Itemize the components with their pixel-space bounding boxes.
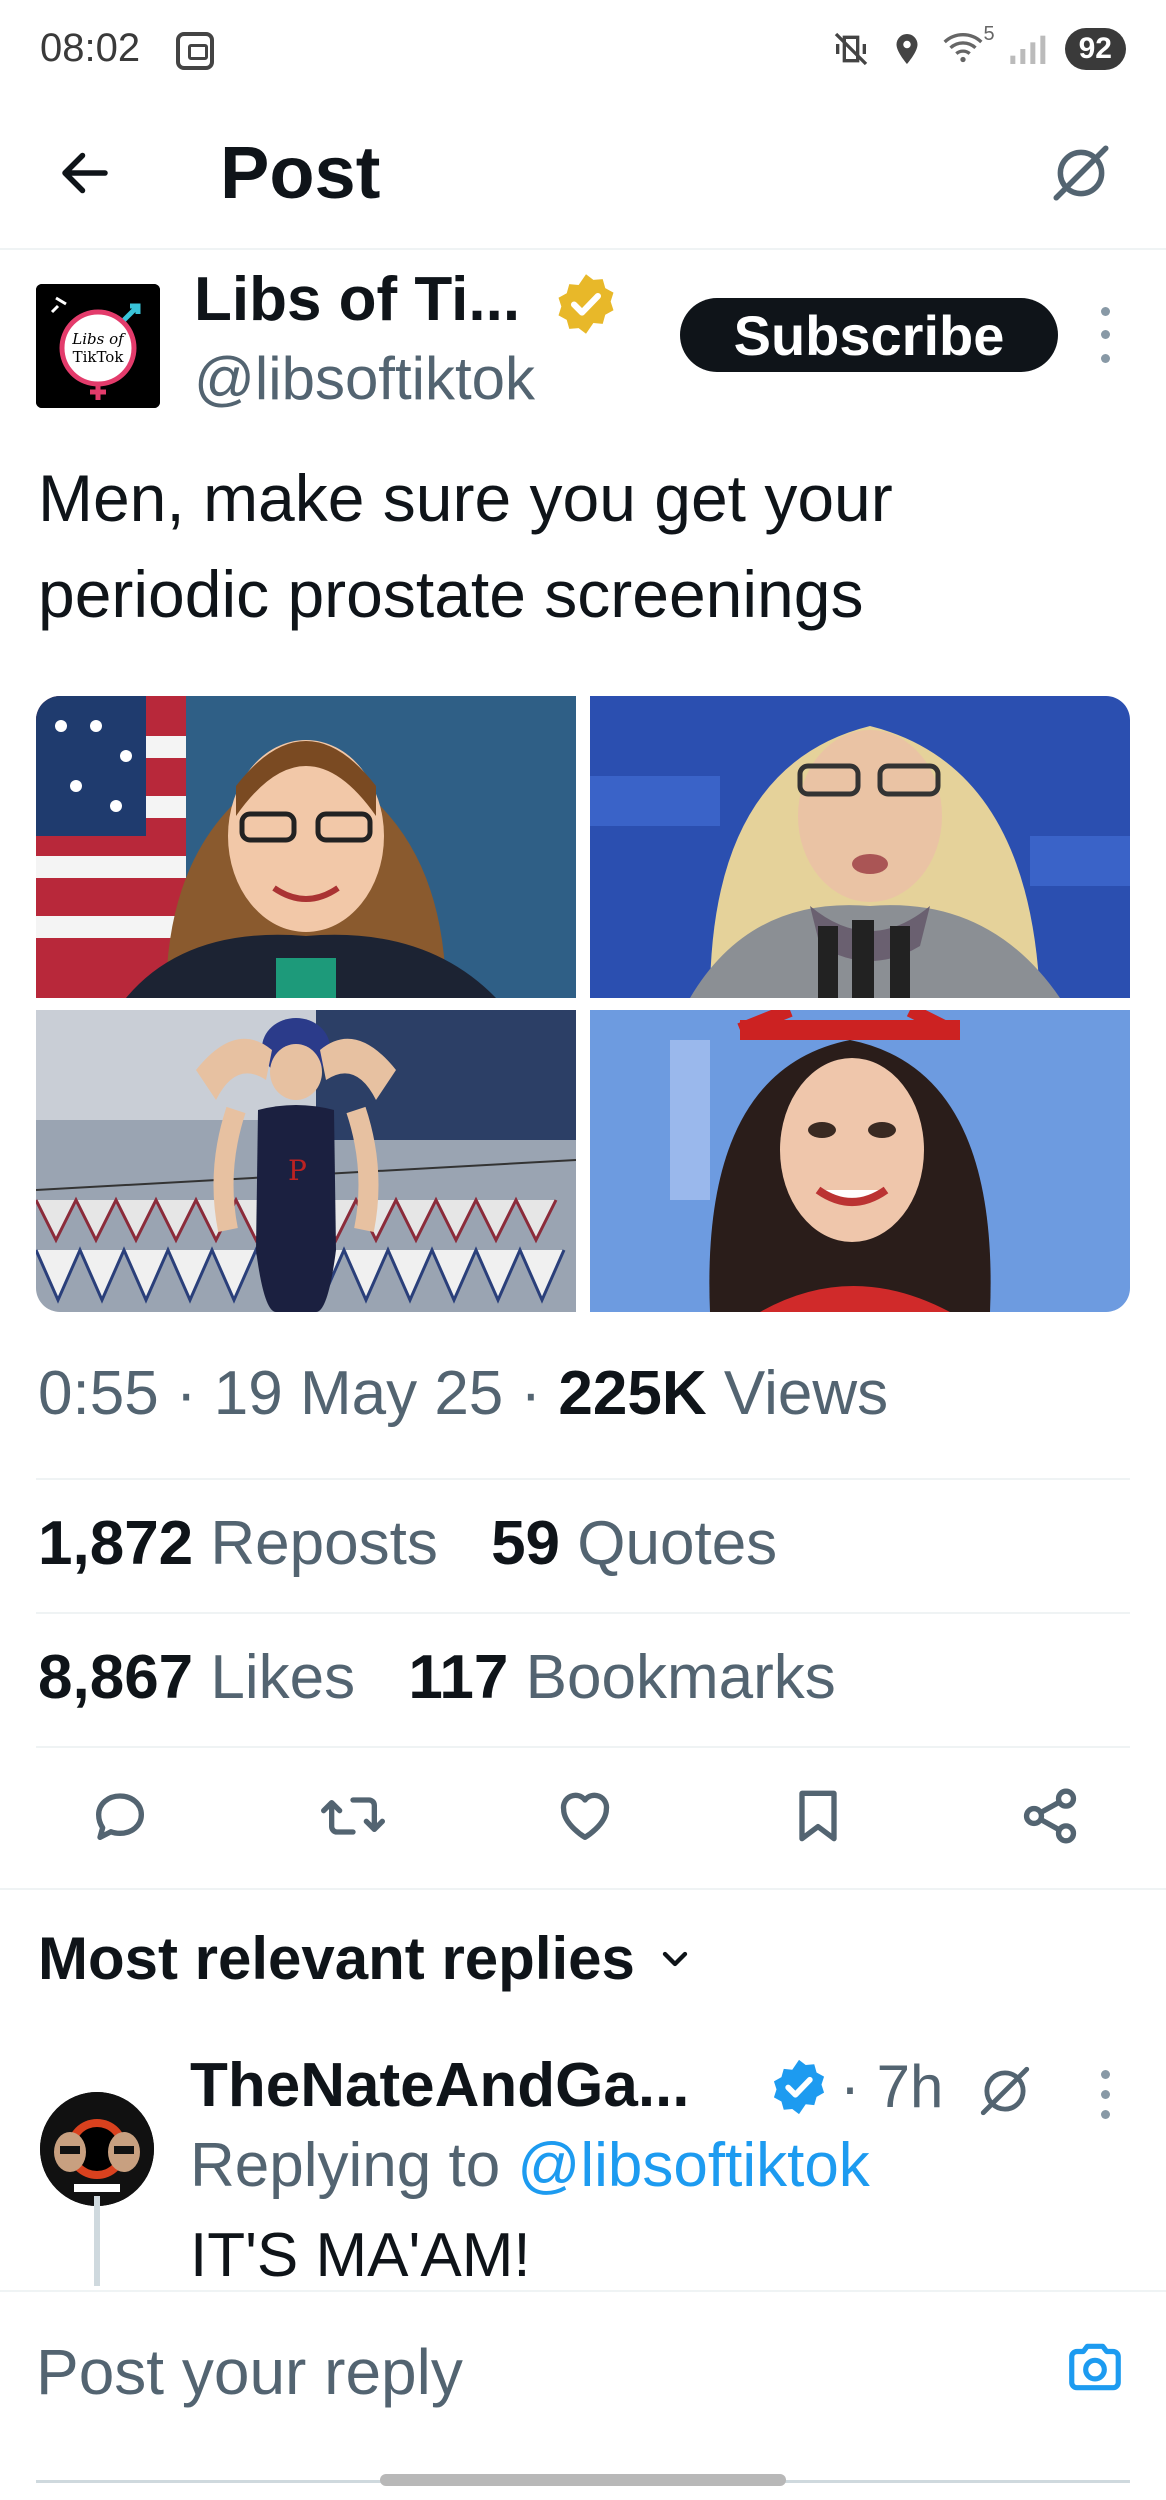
views-label: Views	[723, 1359, 889, 1428]
subscribe-button[interactable]: Subscribe	[680, 298, 1058, 372]
post-date: 19 May 25	[213, 1359, 504, 1428]
divider	[36, 1612, 1130, 1614]
replies-sort-dropdown[interactable]: Most relevant replies	[38, 1924, 695, 1993]
wifi-label: 5	[983, 23, 995, 45]
media-image-4[interactable]	[590, 1010, 1130, 1312]
media-image-3[interactable]: P	[36, 1010, 576, 1312]
author-avatar[interactable]: Libs of TikTok	[36, 284, 160, 408]
repost-icon	[320, 1797, 385, 1835]
grok-button[interactable]	[1036, 128, 1126, 218]
grok-icon[interactable]	[976, 2062, 1034, 2120]
more-options-button[interactable]	[1090, 300, 1120, 370]
reply-time-value: 7h	[876, 2053, 944, 2120]
battery-indicator: 92	[1064, 28, 1126, 70]
arrow-left-icon	[62, 152, 108, 194]
cell-signal-icon	[1009, 35, 1045, 64]
reply-text: IT'S MA'AM!	[190, 2221, 531, 2290]
reposts-label: Reposts	[210, 1509, 438, 1578]
replies-heading: Most relevant replies	[38, 1925, 635, 1992]
more-dot-icon	[1100, 307, 1110, 317]
replying-to-handle-link[interactable]: @libsoftiktok	[517, 2131, 869, 2200]
reply-button[interactable]	[80, 1776, 160, 1856]
reply-icon	[96, 1793, 144, 1840]
status-bar: 08:02 5 92	[0, 0, 1166, 100]
reply-composer	[0, 2290, 1166, 2500]
post-actions-bar	[36, 1766, 1130, 1866]
chevron-down-icon	[662, 1951, 688, 1966]
back-button[interactable]	[40, 128, 130, 218]
reply-timestamp: · 7h	[840, 2053, 944, 2120]
verified-blue-badge-icon	[773, 2059, 825, 2115]
quotes-label: Quotes	[577, 1509, 778, 1578]
media-image-1[interactable]	[36, 696, 576, 998]
stats-row-reposts: 1,872 Reposts 59 Quotes	[38, 1508, 813, 1579]
reposts-stat[interactable]: 1,872 Reposts	[38, 1509, 455, 1578]
reply-more-options-button[interactable]	[1090, 2064, 1120, 2124]
more-dot-icon	[1100, 353, 1110, 363]
likes-label: Likes	[210, 1643, 356, 1712]
repost-button[interactable]	[313, 1776, 393, 1856]
more-dot-icon	[1100, 2069, 1110, 2079]
media-image-2[interactable]	[590, 696, 1130, 998]
bookmark-button[interactable]	[778, 1776, 858, 1856]
quotes-count: 59	[491, 1509, 561, 1578]
author-handle[interactable]: @libsoftiktok	[194, 344, 535, 413]
svg-text:P: P	[288, 1154, 307, 1187]
more-dot-icon	[1100, 330, 1110, 340]
verified-gold-badge-icon	[558, 274, 614, 334]
meta-separator: ·	[175, 1359, 214, 1428]
quotes-stat[interactable]: 59 Quotes	[491, 1509, 777, 1578]
grok-icon	[1053, 145, 1109, 201]
vibrate-mute-icon	[834, 32, 867, 66]
divider	[36, 1746, 1130, 1748]
like-button[interactable]	[545, 1776, 625, 1856]
home-indicator[interactable]	[380, 2474, 786, 2486]
status-icons: 5 92	[831, 23, 1126, 74]
reply-thread-line	[94, 2196, 100, 2286]
section-divider	[0, 1888, 1166, 1890]
wifi-icon: 5	[943, 23, 995, 69]
meta-separator: ·	[520, 1359, 559, 1428]
replying-to-line: Replying to @libsoftiktok	[190, 2130, 870, 2201]
post-meta: 0:55 · 19 May 25 · 225K Views	[38, 1358, 888, 1429]
likes-stat[interactable]: 8,867 Likes	[38, 1643, 372, 1712]
reply-author-name[interactable]: TheNateAndGa...	[190, 2050, 690, 2121]
author-display-name[interactable]: Libs of Ti...	[194, 264, 520, 335]
location-icon	[896, 34, 918, 64]
avatar-text-line1: Libs of	[71, 330, 126, 348]
avatar-text-line2: TikTok	[73, 348, 125, 366]
camera-button[interactable]	[1060, 2332, 1130, 2402]
stats-row-likes: 8,867 Likes 117 Bookmarks	[38, 1642, 872, 1713]
post-media-grid: P	[36, 696, 1130, 1312]
screenshot-icon	[176, 32, 214, 70]
replying-to-prefix: Replying to	[190, 2131, 501, 2200]
bookmarks-stat[interactable]: 117 Bookmarks	[408, 1643, 835, 1712]
heart-icon	[560, 1792, 610, 1840]
more-dot-icon	[1100, 2089, 1110, 2099]
post-text: Men, make sure you get your periodic pro…	[38, 461, 893, 631]
share-button[interactable]	[1010, 1776, 1090, 1856]
views-count: 225K	[558, 1359, 707, 1428]
divider	[36, 1478, 1130, 1480]
reply-author-avatar[interactable]	[40, 2092, 154, 2206]
bookmarks-count: 117	[408, 1643, 509, 1712]
more-dot-icon	[1100, 2109, 1110, 2119]
post-time: 0:55	[38, 1359, 159, 1428]
likes-count: 8,867	[38, 1643, 194, 1712]
top-app-bar: Post	[0, 100, 1166, 250]
camera-icon	[1069, 2343, 1121, 2391]
page-title: Post	[220, 131, 381, 214]
share-icon	[1023, 1788, 1077, 1844]
bookmarks-label: Bookmarks	[525, 1643, 836, 1712]
reposts-count: 1,872	[38, 1509, 194, 1578]
reply-input[interactable]	[36, 2322, 1036, 2422]
status-time: 08:02	[40, 26, 141, 70]
bookmark-icon	[798, 1790, 837, 1842]
